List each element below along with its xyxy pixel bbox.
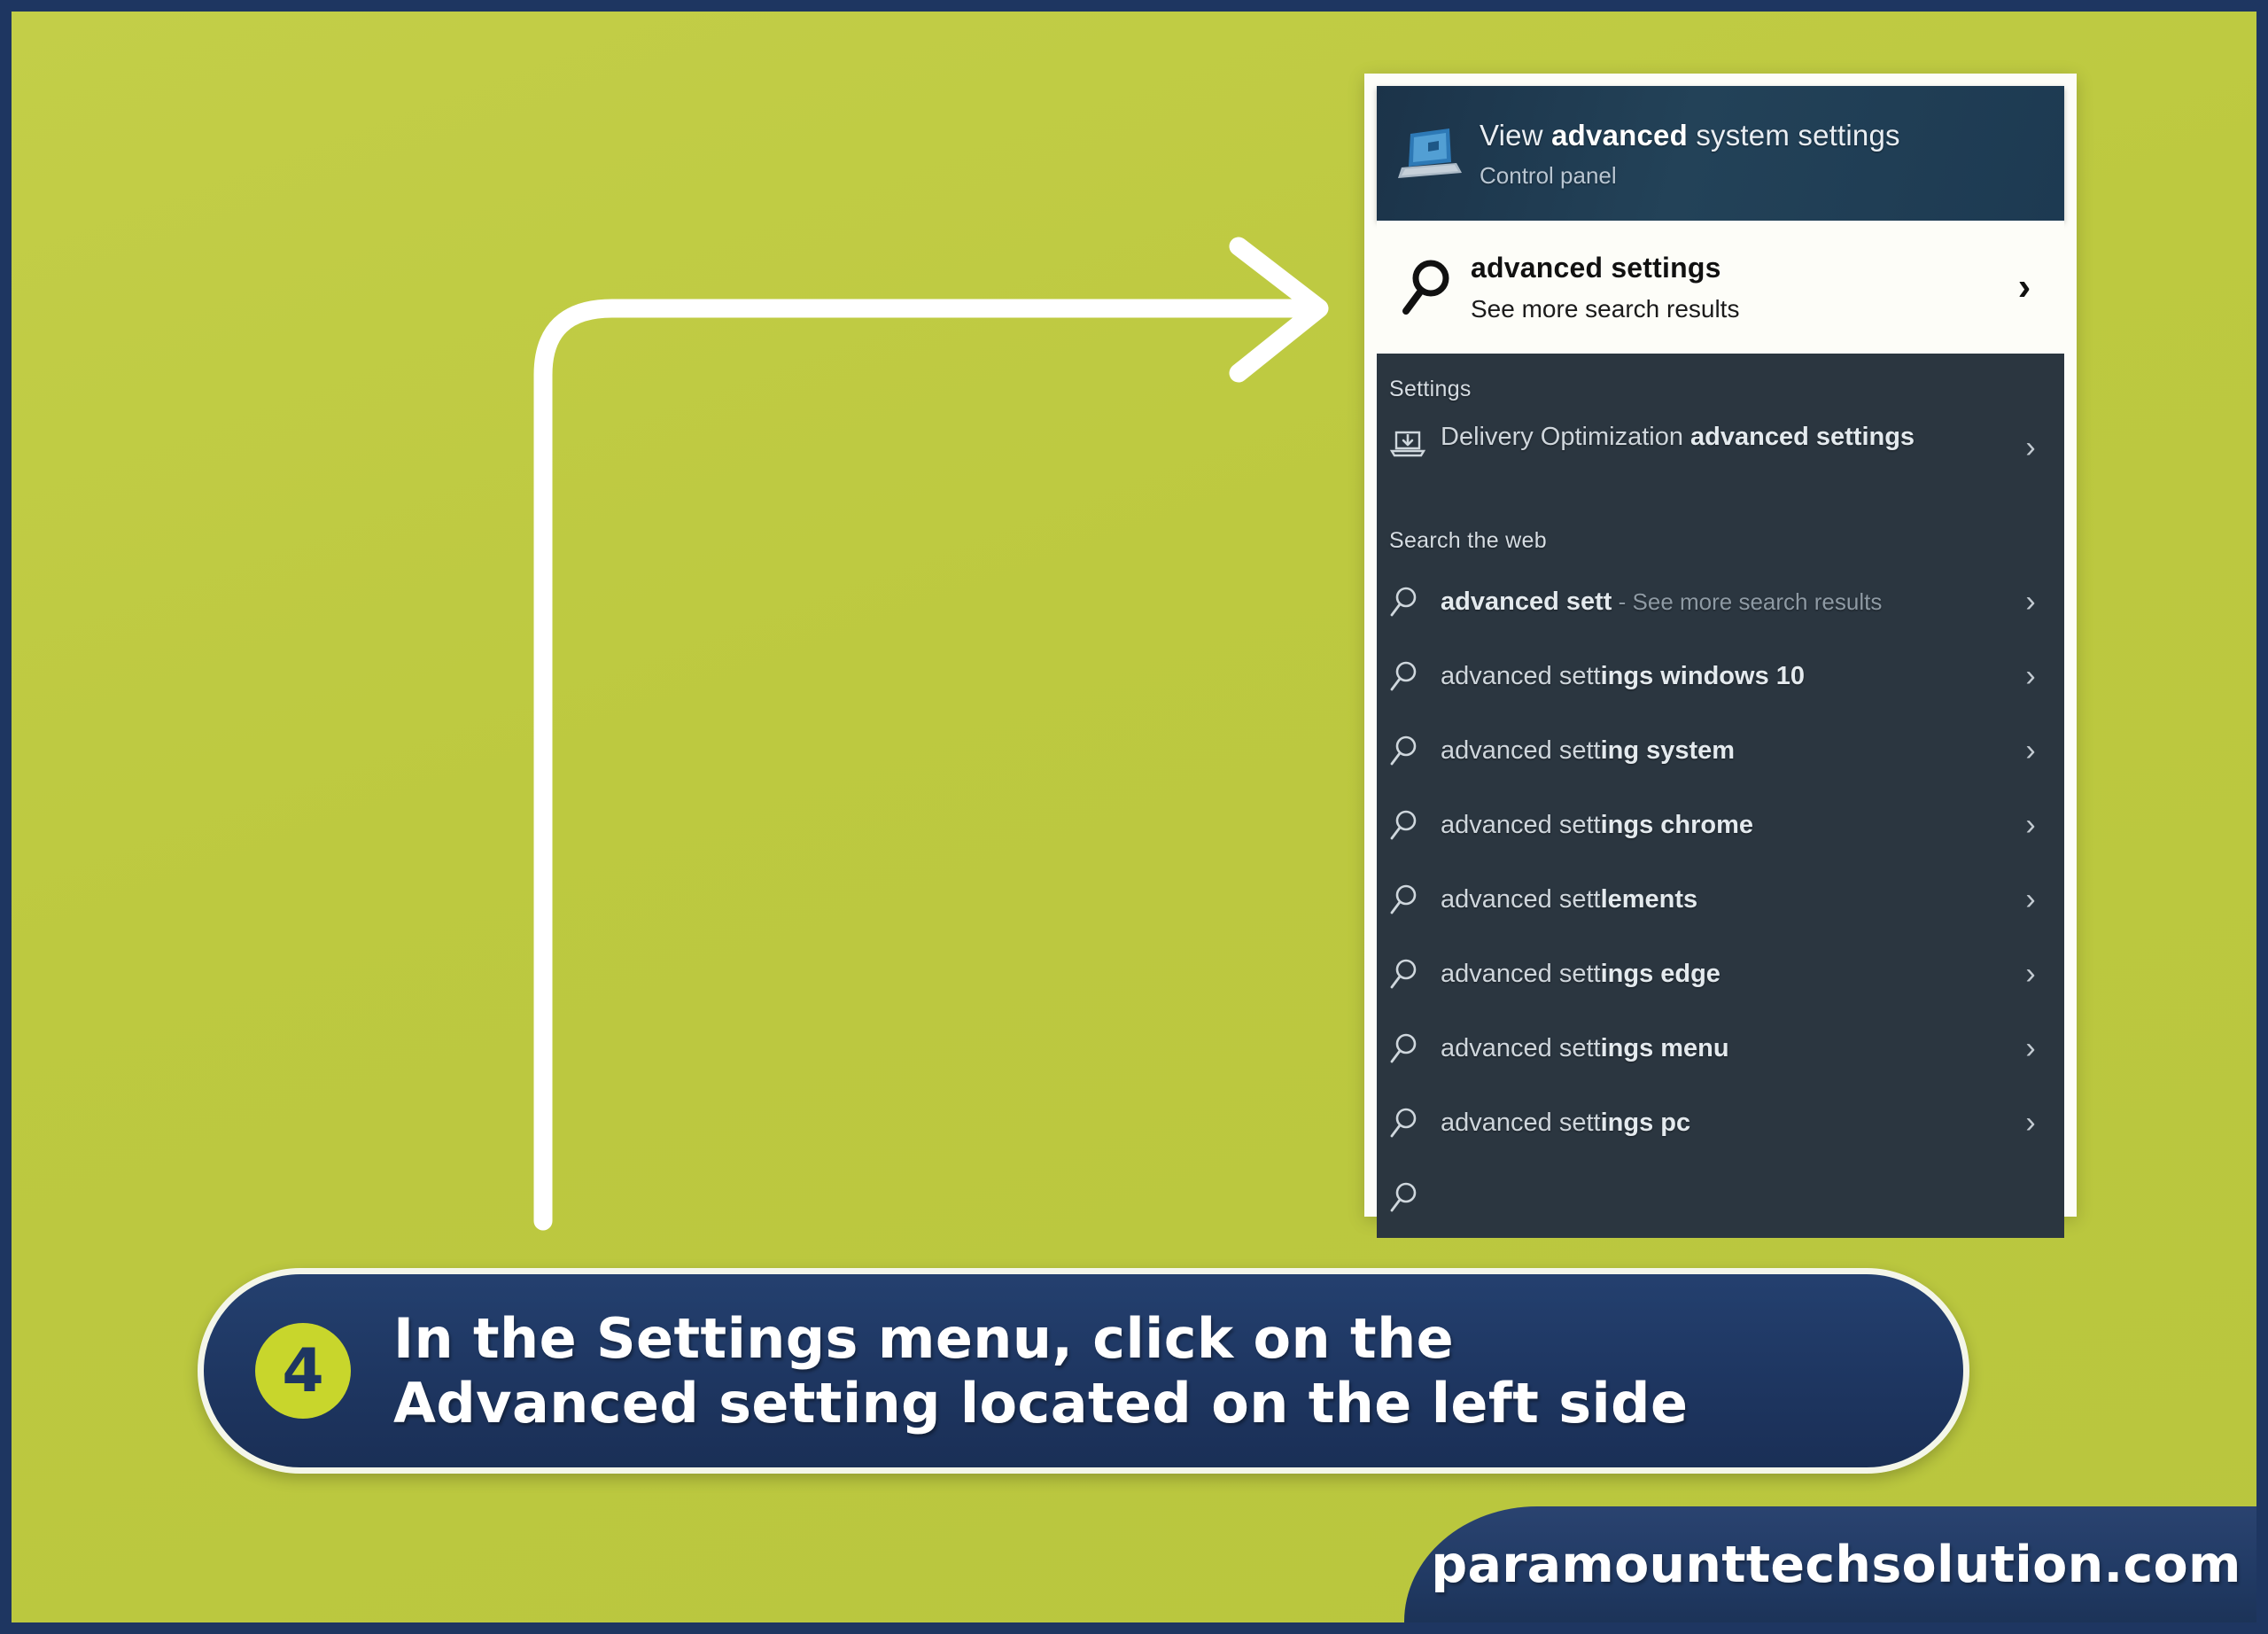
result-label: advanced settings menu bbox=[1441, 1031, 2013, 1065]
best-match-result-view-advanced-system-settings[interactable]: View advanced system settings Control pa… bbox=[1377, 86, 2064, 221]
web-result-row[interactable]: advanced sett - See more search results … bbox=[1377, 564, 2064, 639]
label-bold: lements bbox=[1600, 884, 1698, 914]
result-row-delivery-optimization[interactable]: Delivery Optimization advanced settings … bbox=[1377, 413, 2064, 505]
windows-search-popup: View advanced system settings Control pa… bbox=[1364, 74, 2077, 1238]
result-label: advanced setting system bbox=[1441, 734, 2013, 767]
best-match-title: View advanced system settings bbox=[1480, 117, 1900, 153]
delivery-optimization-icon bbox=[1389, 427, 1441, 463]
result-label: Delivery Optimization advanced settings bbox=[1441, 420, 2013, 454]
magnifier-small-icon bbox=[1389, 586, 1441, 618]
search-query-text: advanced settings See more search result… bbox=[1471, 252, 2004, 323]
label-bold: ings menu bbox=[1600, 1033, 1729, 1062]
magnifier-icon bbox=[1393, 258, 1462, 316]
best-match-subtitle: Control panel bbox=[1480, 161, 1617, 189]
magnifier-small-icon bbox=[1389, 660, 1441, 692]
see-more-search-results-label[interactable]: See more search results bbox=[1471, 295, 2004, 323]
caption-text: In the Settings menu, click on the Advan… bbox=[393, 1306, 1688, 1436]
magnifier-small-icon bbox=[1389, 1107, 1441, 1139]
label-bold: advanced settings bbox=[1690, 423, 1915, 451]
chevron-right-icon[interactable]: › bbox=[2013, 810, 2048, 840]
label-bold: ing system bbox=[1600, 735, 1736, 765]
caption-line-1: In the Settings menu, click on the bbox=[393, 1305, 1455, 1371]
chevron-right-icon[interactable]: › bbox=[2013, 587, 2048, 617]
label-bold: ings edge bbox=[1600, 959, 1720, 988]
step-number-badge: 4 bbox=[255, 1323, 351, 1419]
step-caption-banner: 4 In the Settings menu, click on the Adv… bbox=[198, 1268, 1969, 1474]
label-bold: ings windows 10 bbox=[1600, 661, 1806, 690]
chevron-right-icon[interactable]: › bbox=[2004, 268, 2045, 307]
label-normal: advanced sett bbox=[1441, 959, 1601, 988]
web-result-row[interactable]: advanced settlements › bbox=[1377, 862, 2064, 937]
chevron-right-icon[interactable]: › bbox=[2013, 432, 2048, 463]
label-normal: advanced sett bbox=[1441, 1108, 1601, 1137]
website-url: paramounttechsolution.com bbox=[1431, 1535, 2241, 1594]
magnifier-small-icon bbox=[1389, 1032, 1441, 1064]
magnifier-small-icon bbox=[1389, 883, 1441, 915]
result-label: advanced settlements bbox=[1441, 883, 2013, 916]
search-query-row[interactable]: advanced settings See more search result… bbox=[1377, 221, 2064, 354]
result-label: advanced settings windows 10 bbox=[1441, 659, 2013, 693]
label-normal: advanced sett bbox=[1441, 587, 1612, 616]
footer-bar: paramounttechsolution.com bbox=[1404, 1506, 2256, 1622]
magnifier-small-icon bbox=[1389, 735, 1441, 766]
label-normal: advanced sett bbox=[1441, 661, 1601, 690]
search-results-dark-panel: Settings Delivery Optimization advanced … bbox=[1377, 354, 2064, 1238]
label-normal: advanced sett bbox=[1441, 735, 1601, 765]
chevron-right-icon[interactable]: › bbox=[2013, 735, 2048, 766]
web-result-row-clipped[interactable] bbox=[1377, 1160, 2064, 1234]
title-bold: advanced bbox=[1551, 118, 1688, 152]
label-bold: ings chrome bbox=[1600, 810, 1754, 839]
magnifier-small-icon bbox=[1389, 958, 1441, 990]
group-heading-search-the-web: Search the web bbox=[1389, 528, 1547, 553]
best-match-text: View advanced system settings Control pa… bbox=[1480, 117, 1900, 191]
title-suffix: system settings bbox=[1687, 118, 1900, 152]
chevron-right-icon[interactable]: › bbox=[2013, 661, 2048, 691]
search-input[interactable]: advanced settings bbox=[1471, 252, 2004, 284]
chevron-right-icon[interactable]: › bbox=[2013, 1108, 2048, 1138]
result-label: advanced settings pc bbox=[1441, 1106, 2013, 1140]
result-label: advanced settings chrome bbox=[1441, 808, 2013, 842]
web-result-row[interactable]: advanced settings edge › bbox=[1377, 937, 2064, 1011]
web-result-row[interactable]: advanced settings windows 10 › bbox=[1377, 639, 2064, 713]
result-label: advanced settings edge bbox=[1441, 957, 2013, 991]
result-label: advanced sett - See more search results bbox=[1441, 585, 2013, 619]
group-heading-settings: Settings bbox=[1389, 377, 1472, 401]
web-result-row[interactable]: advanced settings pc › bbox=[1377, 1085, 2064, 1160]
label-normal: advanced sett bbox=[1441, 884, 1601, 914]
poster-page: View advanced system settings Control pa… bbox=[0, 0, 2268, 1634]
label-bold: ings pc bbox=[1600, 1108, 1691, 1137]
web-result-row[interactable]: advanced settings chrome › bbox=[1377, 788, 2064, 862]
chevron-right-icon[interactable]: › bbox=[2013, 959, 2048, 989]
label-normal: advanced sett bbox=[1441, 1033, 1601, 1062]
chevron-right-icon[interactable]: › bbox=[2013, 1033, 2048, 1063]
caption-line-2: Advanced setting located on the left sid… bbox=[393, 1371, 1689, 1436]
title-prefix: View bbox=[1480, 118, 1552, 152]
web-result-row[interactable]: advanced settings menu › bbox=[1377, 1011, 2064, 1085]
magnifier-small-icon bbox=[1389, 809, 1441, 841]
label-normal: advanced sett bbox=[1441, 810, 1601, 839]
laptop-control-panel-icon bbox=[1393, 116, 1467, 191]
chevron-right-icon[interactable]: › bbox=[2013, 884, 2048, 914]
label-dim: - See more search results bbox=[1612, 587, 1883, 615]
label-normal: Delivery Optimization bbox=[1441, 423, 1691, 451]
web-result-row[interactable]: advanced setting system › bbox=[1377, 713, 2064, 788]
magnifier-small-icon bbox=[1389, 1181, 1441, 1213]
